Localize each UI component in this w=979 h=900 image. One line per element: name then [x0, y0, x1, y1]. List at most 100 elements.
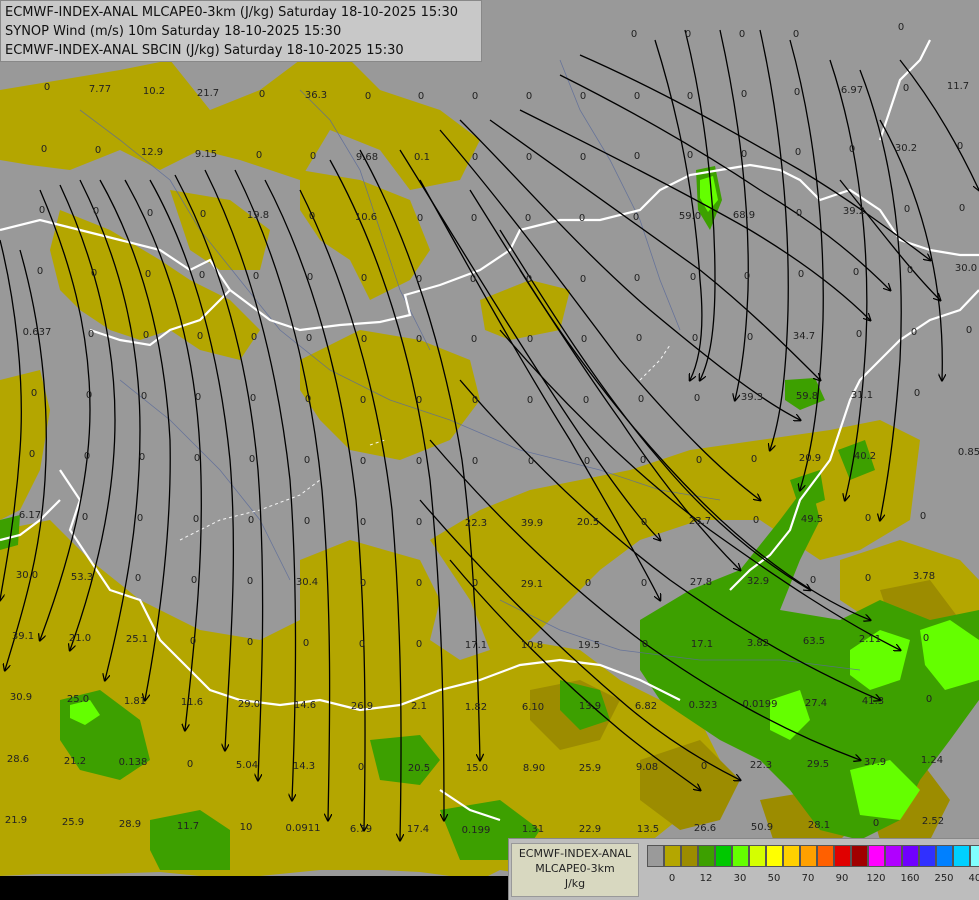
value-label: 21.9: [5, 815, 27, 826]
value-label: 3.82: [747, 638, 769, 649]
value-label: 28.6: [7, 754, 29, 765]
value-label: 0: [304, 455, 310, 466]
value-label: 0: [39, 205, 45, 216]
legend-swatch: [953, 845, 970, 867]
value-label: 1.81: [124, 696, 146, 707]
value-label: 22.9: [579, 824, 601, 835]
legend-swatch: [698, 845, 715, 867]
legend-swatch: [919, 845, 936, 867]
value-label: 0: [143, 330, 149, 341]
value-label: 19.5: [578, 640, 600, 651]
value-label: 0: [417, 213, 423, 224]
value-label: 0: [82, 512, 88, 523]
legend-title-line1: ECMWF-INDEX-ANAL: [518, 847, 632, 860]
value-label: 0: [685, 29, 691, 40]
value-label: 8.90: [523, 763, 545, 774]
value-label: 0: [580, 274, 586, 285]
value-label: 2.11: [859, 634, 881, 645]
value-label: 41.3: [862, 696, 884, 707]
value-label: 0: [525, 213, 531, 224]
legend-swatch: [902, 845, 919, 867]
legend-tick-label: 12: [699, 873, 713, 884]
value-label: 39.1: [12, 631, 34, 642]
value-label: 0: [959, 203, 965, 214]
value-label: 2.1: [411, 701, 427, 712]
value-label: 0: [527, 334, 533, 345]
value-label: 0: [795, 147, 801, 158]
value-label: 0: [898, 22, 904, 33]
value-label: 0.138: [119, 757, 148, 768]
value-label: 0: [584, 456, 590, 467]
legend-color-bar: [647, 845, 979, 867]
value-label: 1.31: [522, 824, 544, 835]
value-label: 6.10: [522, 702, 544, 713]
weather-map: 0 0 0 0 0 0 7.77 10.2 21.7 0 36.3 0 0 0 0 0 0 0 0 0 6.97 0 11.…: [0, 0, 979, 900]
value-label: 26.6: [694, 823, 716, 834]
value-label: 0.323: [689, 700, 718, 711]
value-label: 0: [739, 29, 745, 40]
value-label: 5.04: [236, 760, 258, 771]
value-label: 0: [135, 573, 141, 584]
value-label: 0: [416, 395, 422, 406]
value-label: 29.1: [521, 579, 543, 590]
value-label: 0: [91, 268, 97, 279]
value-label: 9.68: [356, 152, 378, 163]
value-label: 0.1: [414, 152, 430, 163]
legend-title-line2: MLCAPE0-3km: [535, 862, 615, 875]
value-label: 0.637: [23, 327, 52, 338]
value-label: 0: [360, 395, 366, 406]
value-label: 0: [701, 761, 707, 772]
value-label: 0: [793, 29, 799, 40]
value-label: 0: [471, 213, 477, 224]
value-label: 28.1: [808, 820, 830, 831]
value-label: 0: [907, 265, 913, 276]
value-label: 37.9: [864, 757, 886, 768]
legend-swatch: [681, 845, 698, 867]
legend-tick-label: 250: [934, 873, 954, 884]
value-label: 0.0199: [743, 699, 778, 710]
value-label: 0: [853, 267, 859, 278]
legend-tick-label: 120: [866, 873, 886, 884]
value-label: 25.1: [126, 634, 148, 645]
value-label: 0: [966, 325, 972, 336]
header-line-cin: ECMWF-INDEX-ANAL SBCIN (J/kg) Saturday 1…: [5, 43, 404, 58]
value-label: 0: [84, 451, 90, 462]
value-label: 29.0: [238, 699, 260, 710]
legend-swatch: [715, 845, 732, 867]
value-label: 0: [747, 332, 753, 343]
legend-swatch: [834, 845, 851, 867]
header-line-wind: SYNOP Wind (m/s) 10m Saturday 18-10-2025…: [5, 24, 342, 39]
value-label: 23.7: [689, 516, 711, 527]
value-label: 30.9: [10, 692, 32, 703]
value-label: 0: [526, 274, 532, 285]
value-label: 0: [687, 91, 693, 102]
value-label: 63.5: [803, 636, 825, 647]
value-label: 0: [744, 271, 750, 282]
value-label: 0: [794, 87, 800, 98]
value-label: 0: [200, 209, 206, 220]
legend-tick-label: 160: [900, 873, 920, 884]
value-label: 0: [751, 454, 757, 465]
value-label: 0.0911: [286, 823, 321, 834]
value-label: 0: [696, 455, 702, 466]
value-label: 0: [359, 639, 365, 650]
legend-swatch: [664, 845, 681, 867]
legend-tick-label: 50: [767, 873, 781, 884]
value-label: 0: [86, 390, 92, 401]
value-label: 0: [581, 334, 587, 345]
value-label: 10.8: [521, 640, 543, 651]
value-label: 14.3: [293, 761, 315, 772]
value-label: 21.7: [197, 88, 219, 99]
value-label: 0: [365, 91, 371, 102]
value-label: 0: [191, 575, 197, 586]
legend-swatch: [970, 845, 979, 867]
value-label: 15.0: [466, 763, 488, 774]
value-label: 0: [307, 272, 313, 283]
value-label: 0: [418, 91, 424, 102]
value-label: 10.2: [143, 86, 165, 97]
value-label: 0: [41, 144, 47, 155]
value-label: 27.8: [690, 577, 712, 588]
value-label: 0: [849, 144, 855, 155]
value-label: 0: [526, 152, 532, 163]
value-label: 0: [416, 334, 422, 345]
